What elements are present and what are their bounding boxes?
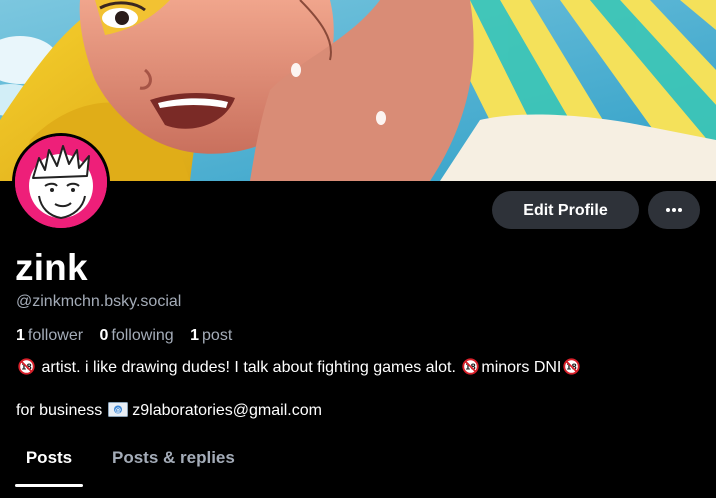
avatar[interactable] (12, 133, 110, 231)
bio-text: artist. i like drawing dudes! I talk abo… (41, 359, 456, 376)
more-options-button[interactable] (648, 191, 700, 229)
active-tab-indicator (15, 484, 83, 487)
bio-suffix: minors DNI (481, 359, 562, 376)
posts-stat: 1 post (190, 326, 232, 346)
svg-text:@: @ (115, 407, 121, 414)
following-link[interactable]: 0 following (100, 326, 174, 346)
profile-handle: @zinkmchn.bsky.social (16, 293, 182, 310)
no-one-under-eighteen-icon: 18 (18, 358, 35, 375)
bio-business-label: for business (16, 402, 103, 419)
followers-label: follower (27, 327, 84, 344)
edit-profile-button[interactable]: Edit Profile (492, 191, 639, 229)
profile-page: Edit Profile zink @zinkmchn.bsky.social … (0, 0, 716, 498)
followers-count: 1 (16, 327, 25, 344)
tab-posts[interactable]: Posts (15, 440, 83, 486)
bio-line-2: for business @ z9laboratories@gmail.com (16, 401, 322, 421)
avatar-image (15, 136, 107, 228)
posts-label: post (202, 327, 233, 344)
profile-tabs: Posts Posts & replies (0, 440, 716, 488)
business-email-link[interactable]: z9laboratories@gmail.com (132, 402, 322, 419)
display-name: zink (15, 247, 88, 288)
bio-line-1: 18 artist. i like drawing dudes! I talk … (16, 358, 582, 378)
avatar-icon (15, 136, 107, 228)
following-label: following (111, 327, 174, 344)
followers-link[interactable]: 1 follower (16, 326, 83, 346)
more-horizontal-icon (666, 208, 682, 212)
no-one-under-eighteen-icon: 18 (563, 358, 581, 375)
banner-image (0, 0, 716, 181)
envelope-icon: @ (108, 402, 129, 417)
profile-stats: 1 follower 0 following 1 post (16, 326, 244, 346)
profile-banner[interactable] (0, 0, 716, 181)
following-count: 0 (99, 327, 109, 344)
posts-count: 1 (190, 327, 200, 344)
tab-posts-and-replies[interactable]: Posts & replies (112, 440, 235, 486)
no-one-under-eighteen-icon: 18 (462, 358, 480, 375)
